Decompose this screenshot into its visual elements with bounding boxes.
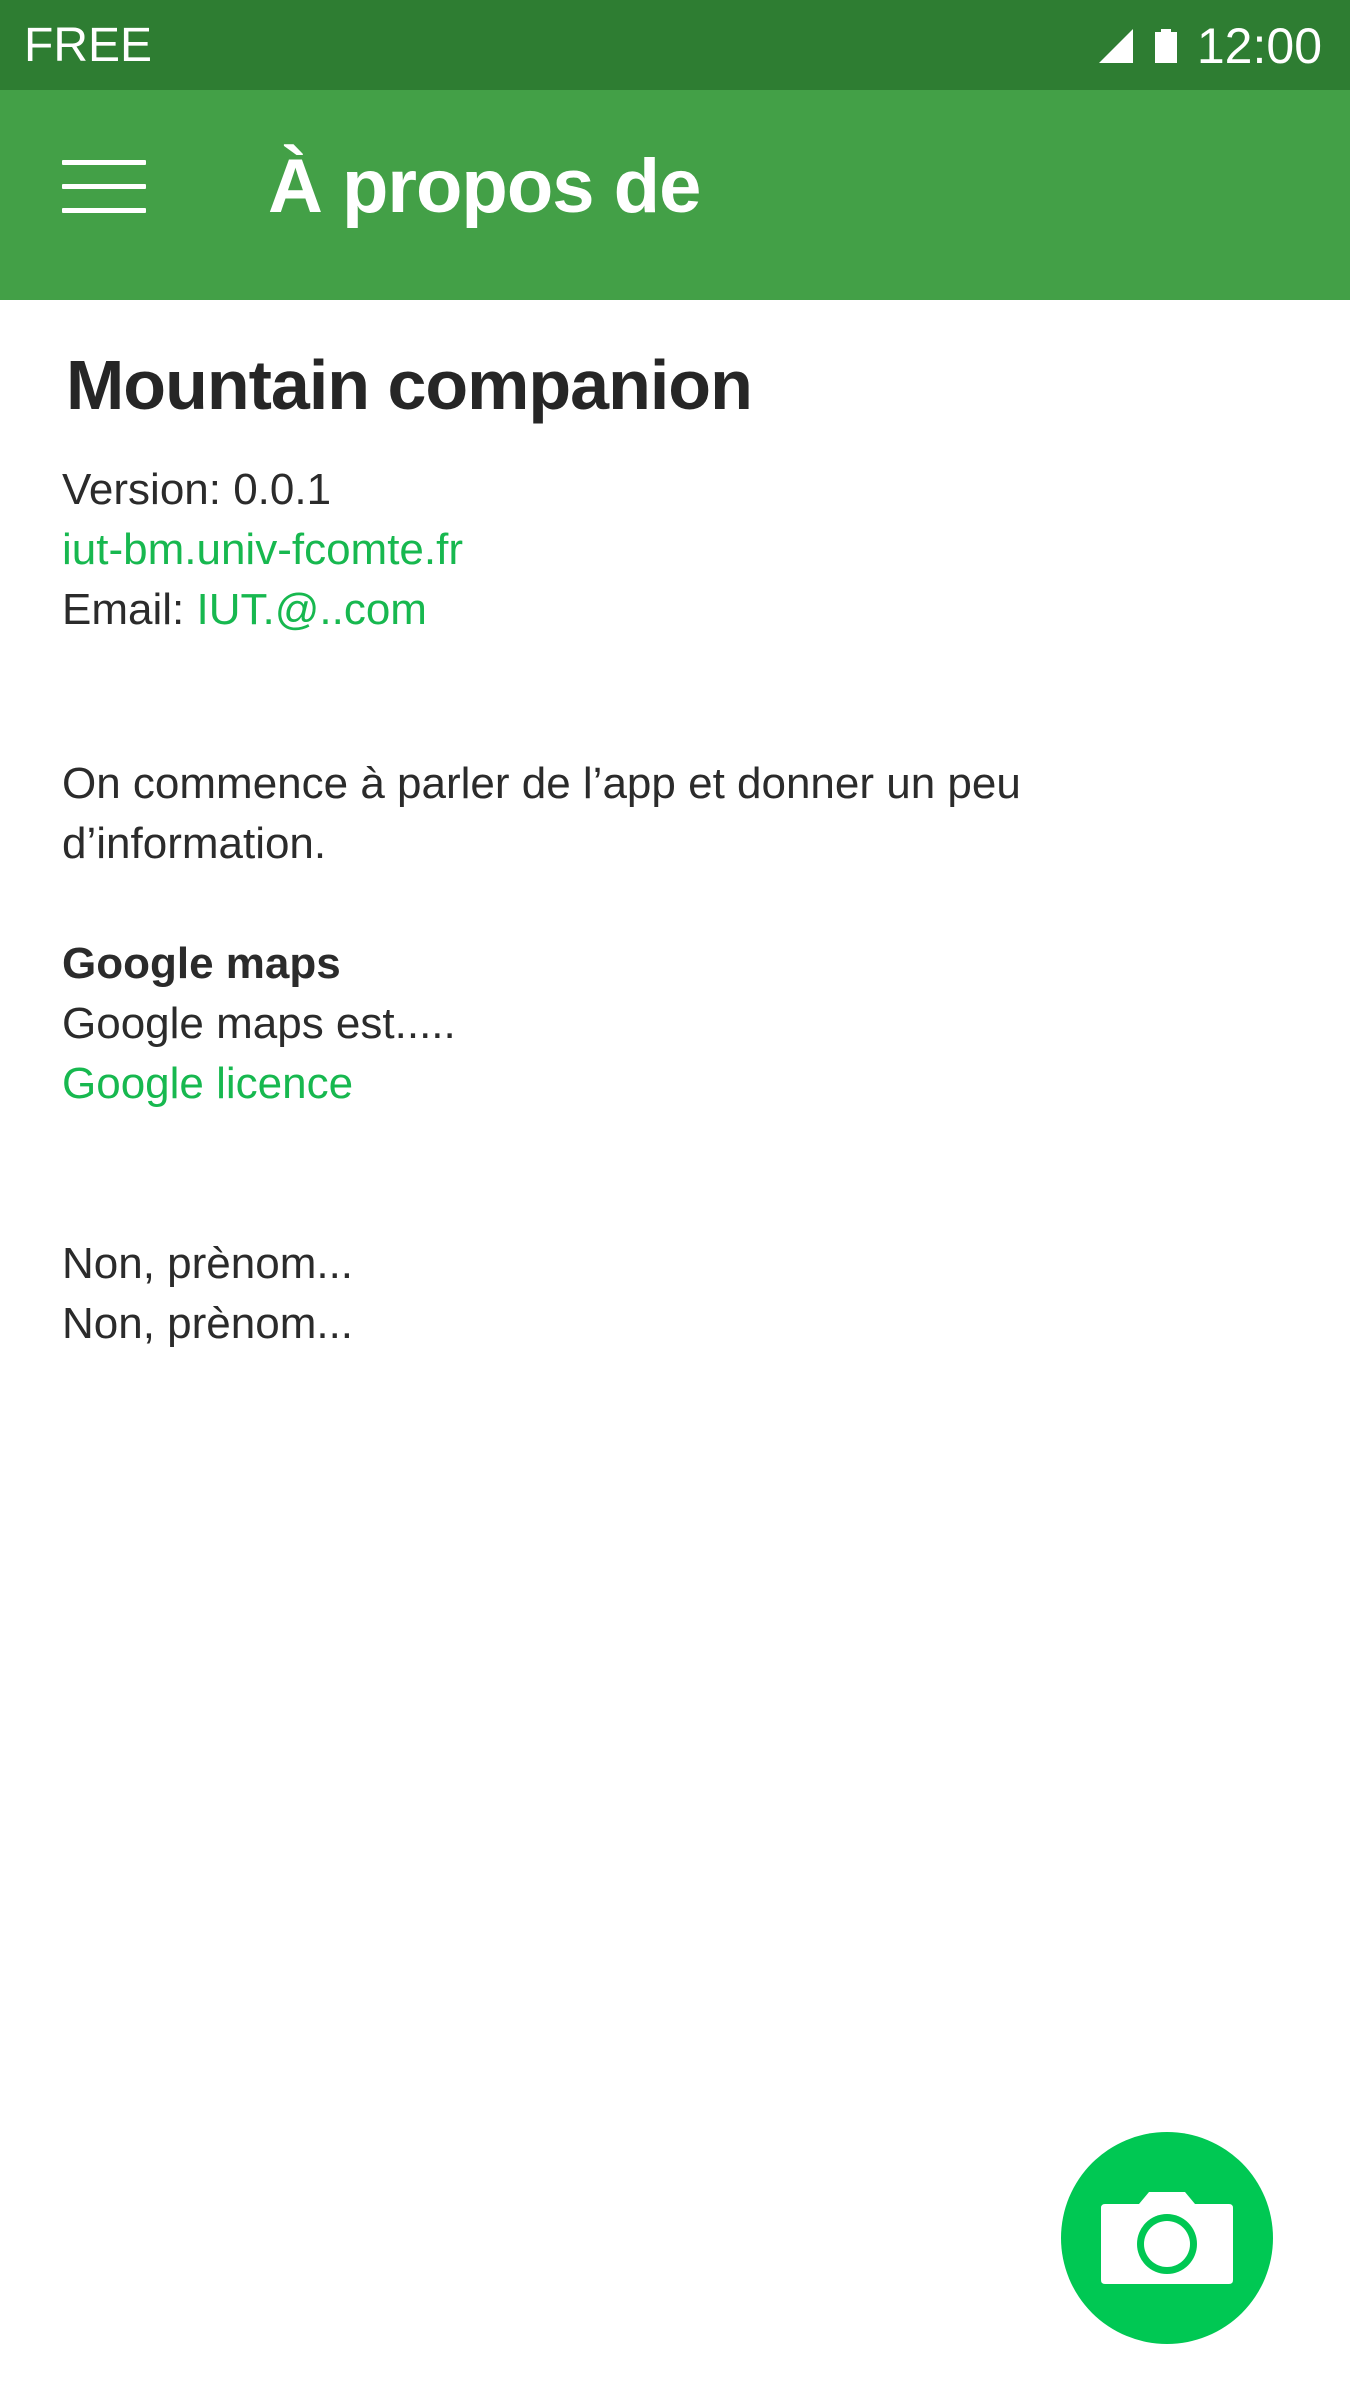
description-line-1: On commence à parler de l’app et donner … [62, 759, 1021, 808]
description: On commence à parler de l’app et donner … [62, 754, 1262, 874]
email-link[interactable]: IUT.@..com [196, 585, 426, 634]
app-name-heading: Mountain companion [66, 346, 753, 424]
page-title: À propos de [268, 144, 701, 229]
credits: Non, prènom... Non, prènom... [62, 1234, 1262, 1354]
battery-icon [1154, 29, 1177, 63]
google-licence-link[interactable]: Google licence [62, 1059, 353, 1108]
app-info: Version: 0.0.1 iut-bm.univ-fcomte.fr Ema… [62, 460, 1262, 640]
camera-fab-button[interactable] [1061, 2132, 1273, 2344]
status-bar: FREE 12:00 [0, 0, 1350, 90]
status-indicators: 12:00 [1098, 18, 1322, 74]
google-maps-section: Google maps Google maps est..... Google … [62, 934, 1262, 1114]
email-row: Email: IUT.@..com [62, 580, 1262, 640]
hamburger-menu-icon[interactable] [62, 160, 146, 214]
credit-line-2: Non, prènom... [62, 1299, 354, 1348]
description-line-2: d’information. [62, 819, 327, 868]
email-label: Email: [62, 585, 185, 634]
clock: 12:00 [1196, 18, 1322, 74]
camera-icon [1101, 2192, 1233, 2284]
version-text: Version: 0.0.1 [62, 465, 332, 514]
website-link[interactable]: iut-bm.univ-fcomte.fr [62, 525, 463, 574]
about-screen: FREE 12:00 À propos de Mountain companio… [0, 0, 1350, 2400]
app-bar: À propos de [0, 90, 1350, 300]
section-title: Google maps [62, 939, 341, 988]
credit-line-1: Non, prènom... [62, 1239, 354, 1288]
about-content: Mountain companion Version: 0.0.1 iut-bm… [62, 340, 1262, 1354]
section-text: Google maps est..... [62, 999, 456, 1048]
carrier-label: FREE [24, 19, 153, 72]
signal-icon [1098, 29, 1133, 63]
